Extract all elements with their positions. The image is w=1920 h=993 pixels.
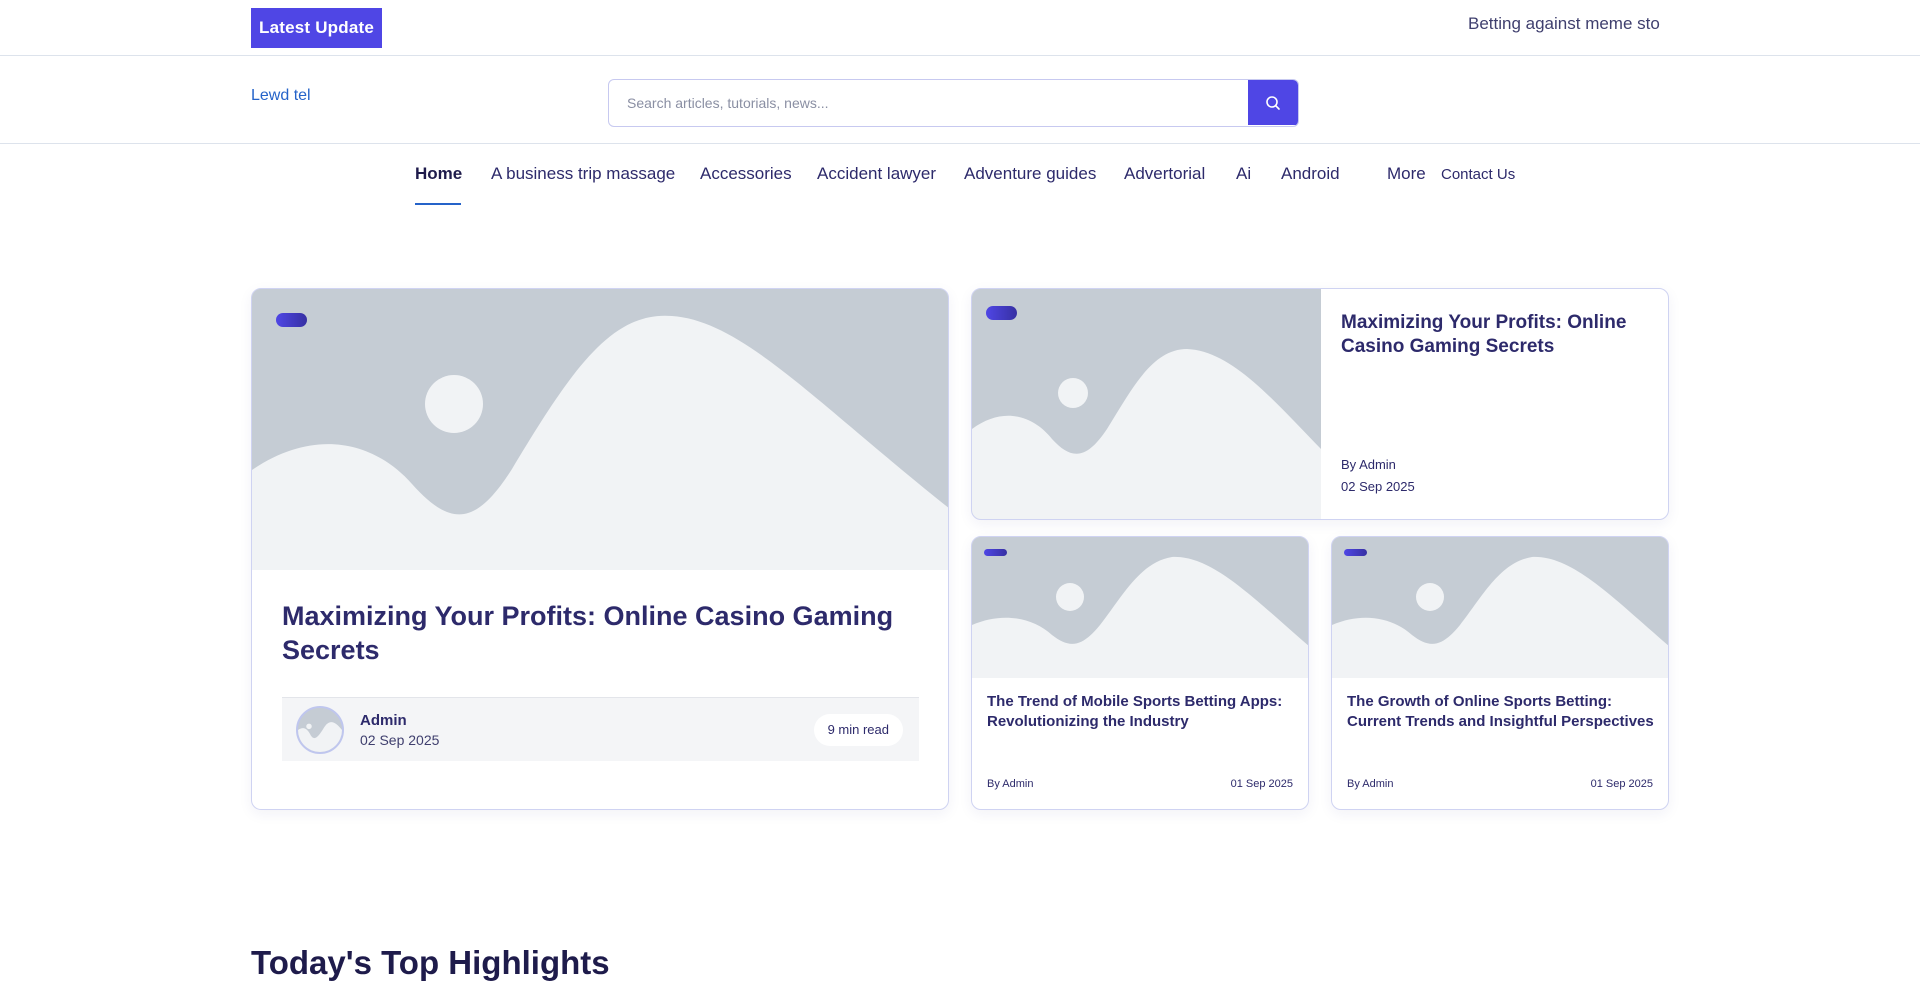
nav-item-android[interactable]: Android [1281,164,1340,184]
small-post-image [972,537,1308,678]
ticker-headline-link[interactable]: Betting against meme sto [1468,14,1660,34]
category-pill[interactable] [986,306,1017,320]
main-nav: Home A business trip massage Accessories… [0,144,1920,208]
author-name[interactable]: Admin [360,712,407,729]
section-title-highlights: Today's Top Highlights [251,944,610,981]
search-input[interactable] [609,80,1249,125]
post-date: 01 Sep 2025 [1230,778,1293,790]
image-placeholder-icon [972,537,1308,678]
site-logo-link[interactable]: Lewd tel [251,87,311,105]
nav-item-more[interactable]: More [1387,164,1426,184]
image-placeholder-icon [972,289,1321,519]
small-post-card[interactable]: The Growth of Online Sports Betting: Cur… [1331,536,1669,810]
post-author: By Admin [987,778,1034,790]
nav-item-adventure-guides[interactable]: Adventure guides [964,164,1096,184]
search-icon [1266,95,1280,110]
small-post-title[interactable]: The Growth of Online Sports Betting: Cur… [1347,692,1657,732]
featured-right-card[interactable]: Maximizing Your Profits: Online Casino G… [971,288,1669,520]
nav-item-advertorial[interactable]: Advertorial [1124,164,1205,184]
avatar [296,706,344,754]
nav-active-indicator [415,203,461,205]
image-placeholder-icon [252,289,948,570]
small-post-title[interactable]: The Trend of Mobile Sports Betting Apps:… [987,692,1297,732]
post-date: 02 Sep 2025 [1341,479,1415,494]
avatar-placeholder-icon [298,708,342,752]
small-post-card[interactable]: The Trend of Mobile Sports Betting Apps:… [971,536,1309,810]
nav-item-accessories[interactable]: Accessories [700,164,792,184]
top-ticker-bar: Latest Update Betting against meme sto [0,0,1920,56]
nav-item-ai[interactable]: Ai [1236,164,1251,184]
nav-item-business-trip-massage[interactable]: A business trip massage [491,164,675,184]
featured-main-card[interactable]: Maximizing Your Profits: Online Casino G… [251,288,949,810]
nav-item-home[interactable]: Home [415,164,462,184]
post-date: 02 Sep 2025 [360,732,440,748]
small-post-image [1332,537,1668,678]
post-author: By Admin [1347,778,1394,790]
category-pill[interactable] [1344,549,1367,556]
featured-main-title[interactable]: Maximizing Your Profits: Online Casino G… [282,599,922,667]
nav-item-accident-lawyer[interactable]: Accident lawyer [817,164,936,184]
category-pill[interactable] [276,313,307,327]
search-form [608,79,1299,127]
featured-main-meta: Admin 02 Sep 2025 9 min read [282,697,919,761]
nav-item-contact-us[interactable]: Contact Us [1441,166,1515,183]
featured-main-image [252,289,948,570]
search-button[interactable] [1248,80,1298,125]
page: Latest Update Betting against meme sto L… [0,0,1920,993]
image-placeholder-icon [1332,537,1668,678]
featured-right-image [972,289,1321,519]
site-header: Lewd tel [0,56,1920,144]
post-date: 01 Sep 2025 [1590,778,1653,790]
category-pill[interactable] [984,549,1007,556]
featured-right-title[interactable]: Maximizing Your Profits: Online Casino G… [1341,311,1641,359]
latest-update-badge: Latest Update [251,8,383,48]
read-time-badge: 9 min read [813,714,903,746]
post-author: By Admin [1341,457,1396,472]
